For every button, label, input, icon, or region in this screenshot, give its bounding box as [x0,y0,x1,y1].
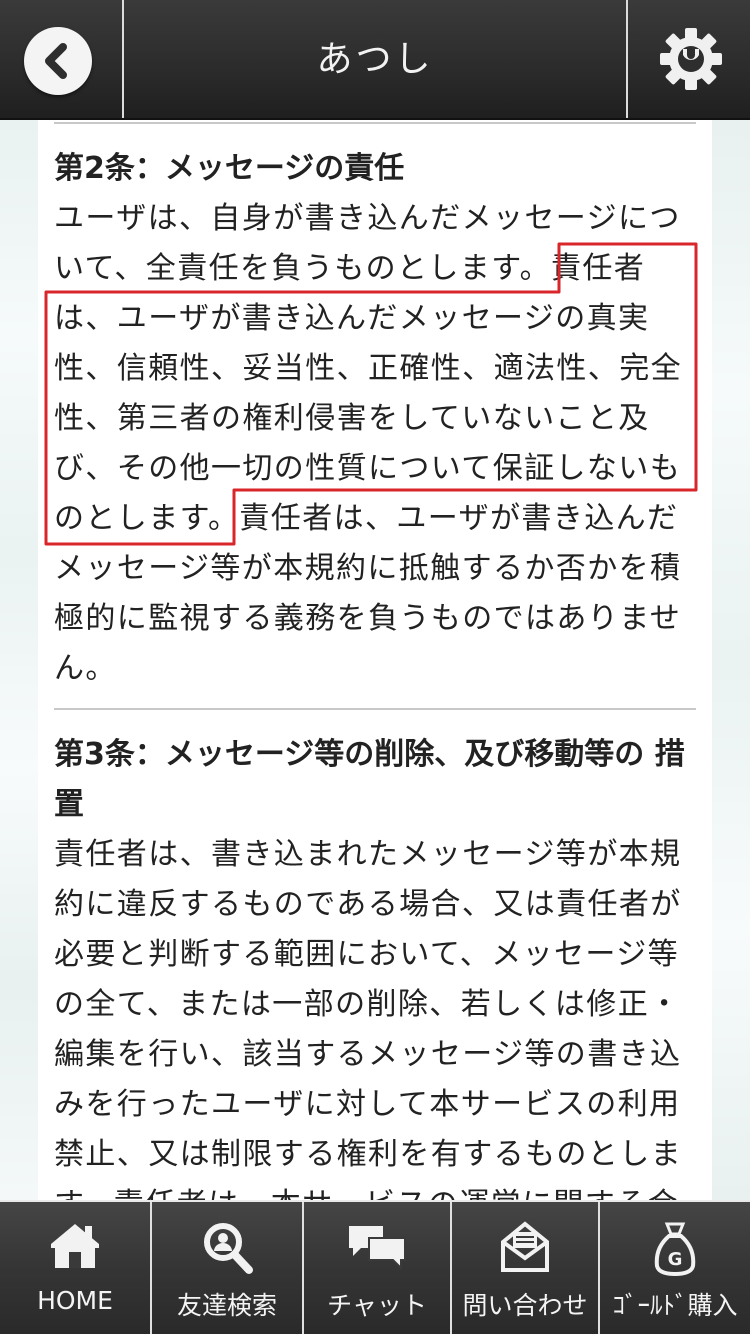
terms-content[interactable]: 第2条：メッセージの責任 ユーザは、自身が書き込んだメッセージにつ いて、全責任… [38,120,712,1200]
article-2-heading: 第2条：メッセージの責任 [54,151,405,186]
background-left [0,120,38,1200]
back-cell [0,0,124,118]
home-icon [51,1224,99,1268]
tab-bar: HOME 友達検索 チャット 問い合わせ G ｺﾞｰﾙﾄﾞ購入 [0,1200,750,1334]
tab-gold-purchase[interactable]: G ｺﾞｰﾙﾄﾞ購入 [600,1202,750,1334]
chat-bubbles-icon [349,1226,406,1271]
article-2-body: ユーザは、自身が書き込んだメッセージにつ いて、全責任を負うものとします。責任者… [54,201,682,686]
svg-text:G: G [668,1249,683,1270]
divider [54,122,696,124]
app-header: あつし [0,0,750,120]
gold-bag-icon: G [654,1222,696,1276]
search-person-icon [204,1223,253,1274]
tab-contact-label: 問い合わせ [462,1291,588,1320]
tab-friend-search[interactable]: 友達検索 [152,1202,304,1334]
tab-home-label: HOME [37,1286,113,1315]
tab-friend-search-label: 友達検索 [176,1291,277,1320]
tab-chat-label: チャット [327,1291,427,1320]
tab-gold-purchase-label: ｺﾞｰﾙﾄﾞ購入 [612,1291,738,1320]
article-3-heading: 第3条：メッセージ等の削除、及び移動等の 措置 [54,737,685,822]
settings-cell [626,0,750,118]
tab-home[interactable]: HOME [0,1202,152,1334]
tab-chat[interactable]: チャット [304,1202,452,1334]
chevron-left-icon [45,43,67,79]
tab-contact[interactable]: 問い合わせ [452,1202,600,1334]
back-button[interactable] [24,27,92,95]
page-title: あつし [316,39,434,80]
divider [54,708,696,710]
article-3-body: 責任者は、書き込まれたメッセージ等が本規 約に違反するものである場合、又は責任者… [54,837,682,1200]
envelope-icon [501,1221,549,1272]
background-right [712,120,750,1200]
gear-icon[interactable] [656,24,726,94]
